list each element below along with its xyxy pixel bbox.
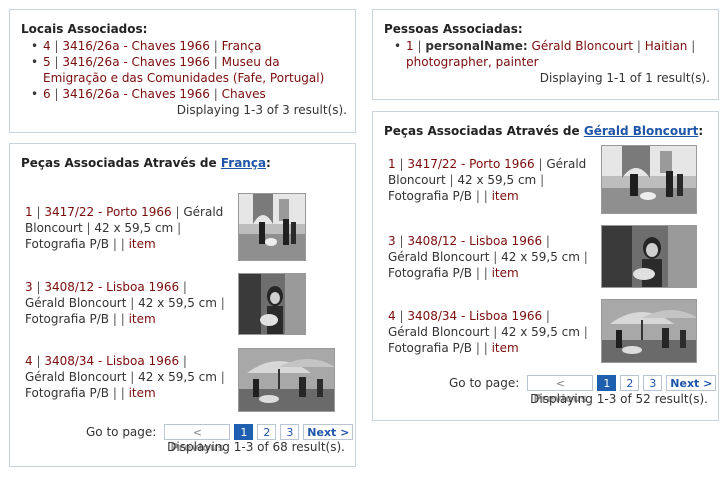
item-link[interactable]: 3408/12 - Lisboa 1966 bbox=[407, 234, 542, 248]
locais-summary: Displaying 1-3 of 3 result(s). bbox=[176, 103, 347, 117]
pecas-gerald-title-prefix: Peças Associadas Através de bbox=[384, 124, 584, 138]
item-size: 42 x 59,5 cm bbox=[138, 370, 217, 384]
item-size: 42 x 59,5 cm bbox=[501, 250, 580, 264]
pessoas-list: • 1 | personalName: Gérald Bloncourt | H… bbox=[384, 38, 710, 70]
item-link-item[interactable]: item bbox=[129, 312, 156, 326]
pecas-franca-title-link[interactable]: França bbox=[221, 156, 266, 170]
item-size: 42 x 59,5 cm bbox=[501, 325, 580, 339]
item-size: 42 x 59,5 cm bbox=[94, 221, 174, 235]
item-type: Fotografia P/B bbox=[388, 341, 473, 355]
item-type: Fotografia P/B bbox=[25, 312, 110, 326]
item-size: 42 x 59,5 cm bbox=[138, 296, 217, 310]
pecas-gerald-title-link[interactable]: Gérald Bloncourt bbox=[584, 124, 699, 138]
locais-item-link[interactable]: 3416/26a - Chaves 1966 bbox=[62, 39, 210, 53]
item-link[interactable]: 3417/22 - Porto 1966 bbox=[407, 157, 534, 171]
item-author: Gérald Bloncourt bbox=[25, 296, 127, 310]
locais-title: Locais Associados: bbox=[21, 22, 148, 36]
pessoas-title: Pessoas Associadas: bbox=[384, 22, 523, 36]
page-3-button[interactable]: 3 bbox=[280, 424, 300, 440]
item-type: Fotografia P/B bbox=[388, 266, 473, 280]
list-item: • 1 | personalName: Gérald Bloncourt | H… bbox=[394, 39, 696, 69]
next-page-button[interactable]: Next > bbox=[303, 424, 354, 440]
list-item: • 4 | 3416/26a - Chaves 1966 | França bbox=[31, 39, 262, 53]
photo-thumb-girl[interactable] bbox=[601, 225, 697, 288]
pager-label: Go to page: bbox=[449, 376, 520, 390]
locais-item-num[interactable]: 5 bbox=[43, 55, 51, 69]
locais-item-place[interactable]: Chaves bbox=[222, 87, 266, 101]
pecas-franca-title-prefix: Peças Associadas Através de bbox=[21, 156, 221, 170]
item-link[interactable]: 3408/12 - Lisboa 1966 bbox=[44, 280, 179, 294]
next-page-button[interactable]: Next > bbox=[666, 375, 717, 391]
pessoas-item-role[interactable]: photographer, painter bbox=[406, 55, 539, 69]
pessoas-field-label: personalName: bbox=[425, 39, 528, 53]
pecas-gerald-summary: Displaying 1-3 of 52 result(s). bbox=[530, 392, 708, 406]
photo-thumb-market[interactable] bbox=[238, 348, 335, 412]
bullet-icon: • bbox=[31, 87, 39, 101]
bullet-icon: • bbox=[31, 39, 39, 53]
page-3-button[interactable]: 3 bbox=[643, 375, 663, 391]
pessoas-summary: Displaying 1-1 of 1 result(s). bbox=[539, 71, 710, 85]
list-item: 4 | 3408/34 - Lisboa 1966 | Gérald Blonc… bbox=[10, 347, 355, 413]
locais-item-link[interactable]: 3416/26a - Chaves 1966 bbox=[62, 55, 210, 69]
item-link[interactable]: 3408/34 - Lisboa 1966 bbox=[44, 354, 179, 368]
pecas-franca-title: Peças Associadas Através de França: bbox=[21, 156, 271, 170]
pecas-gerald-pager: Go to page: < Previous 1 2 3 Next > bbox=[449, 375, 717, 405]
previous-page-button[interactable]: < Previous bbox=[164, 424, 231, 454]
photo-thumb-market[interactable] bbox=[601, 299, 697, 363]
item-num[interactable]: 3 bbox=[388, 234, 396, 248]
locais-item-num[interactable]: 6 bbox=[43, 87, 51, 101]
photo-thumb-girl[interactable] bbox=[238, 273, 306, 335]
pecas-franca-summary: Displaying 1-3 of 68 result(s). bbox=[167, 440, 345, 454]
locais-item-place[interactable]: França bbox=[222, 39, 262, 53]
pessoas-item-nationality[interactable]: Haitian bbox=[645, 39, 688, 53]
photo-thumb-porto[interactable] bbox=[601, 145, 697, 214]
item-author: Gérald Bloncourt bbox=[388, 250, 490, 264]
page-1-button[interactable]: 1 bbox=[234, 424, 254, 440]
item-link-item[interactable]: item bbox=[129, 386, 156, 400]
locais-list: • 4 | 3416/26a - Chaves 1966 | França • … bbox=[21, 38, 347, 102]
pager-label: Go to page: bbox=[86, 425, 157, 439]
locais-associados-panel: Locais Associados: • 4 | 3416/26a - Chav… bbox=[9, 9, 356, 133]
list-item: • 5 | 3416/26a - Chaves 1966 | Museu da … bbox=[31, 55, 325, 85]
list-item: 3 | 3408/12 - Lisboa 1966 | Gérald Blonc… bbox=[10, 273, 355, 337]
item-author: Gérald Bloncourt bbox=[25, 370, 127, 384]
previous-page-button[interactable]: < Previous bbox=[527, 375, 594, 405]
item-type: Fotografia P/B bbox=[25, 237, 110, 251]
pessoas-item-name[interactable]: Gérald Bloncourt bbox=[532, 39, 633, 53]
item-num[interactable]: 1 bbox=[25, 205, 33, 219]
item-num[interactable]: 1 bbox=[388, 157, 396, 171]
item-num[interactable]: 3 bbox=[25, 280, 33, 294]
item-author: Gérald Bloncourt bbox=[388, 325, 490, 339]
item-link-item[interactable]: item bbox=[492, 266, 519, 280]
item-link-item[interactable]: item bbox=[492, 189, 519, 203]
page-2-button[interactable]: 2 bbox=[620, 375, 640, 391]
page-1-button[interactable]: 1 bbox=[597, 375, 617, 391]
pecas-gerald-panel: Peças Associadas Através de Gérald Blonc… bbox=[372, 111, 719, 421]
locais-item-num[interactable]: 4 bbox=[43, 39, 51, 53]
pecas-franca-pager: Go to page: < Previous 1 2 3 Next > bbox=[86, 424, 354, 454]
list-item: • 6 | 3416/26a - Chaves 1966 | Chaves bbox=[31, 87, 266, 101]
photo-thumb-porto[interactable] bbox=[238, 193, 306, 261]
list-item: 4 | 3408/34 - Lisboa 1966 | Gérald Blonc… bbox=[373, 298, 718, 364]
page-2-button[interactable]: 2 bbox=[257, 424, 277, 440]
item-num[interactable]: 4 bbox=[25, 354, 33, 368]
item-link[interactable]: 3408/34 - Lisboa 1966 bbox=[407, 309, 542, 323]
item-size: 42 x 59,5 cm bbox=[457, 173, 537, 187]
item-link-item[interactable]: item bbox=[492, 341, 519, 355]
locais-item-link[interactable]: 3416/26a - Chaves 1966 bbox=[62, 87, 210, 101]
list-item: 1 | 3417/22 - Porto 1966 | Gérald Blonco… bbox=[10, 192, 355, 264]
pecas-gerald-title: Peças Associadas Através de Gérald Blonc… bbox=[384, 124, 704, 138]
pessoas-associadas-panel: Pessoas Associadas: • 1 | personalName: … bbox=[372, 9, 719, 100]
pecas-franca-panel: Peças Associadas Através de França: 1 | … bbox=[9, 143, 356, 467]
list-item: 1 | 3417/22 - Porto 1966 | Gérald Blonco… bbox=[373, 144, 718, 216]
list-item: 3 | 3408/12 - Lisboa 1966 | Gérald Blonc… bbox=[373, 225, 718, 289]
item-type: Fotografia P/B bbox=[25, 386, 110, 400]
item-link-item[interactable]: item bbox=[129, 237, 156, 251]
pessoas-item-num[interactable]: 1 bbox=[406, 39, 414, 53]
item-num[interactable]: 4 bbox=[388, 309, 396, 323]
item-link[interactable]: 3417/22 - Porto 1966 bbox=[44, 205, 171, 219]
bullet-icon: • bbox=[31, 55, 39, 69]
bullet-icon: • bbox=[394, 39, 402, 53]
item-type: Fotografia P/B bbox=[388, 189, 473, 203]
